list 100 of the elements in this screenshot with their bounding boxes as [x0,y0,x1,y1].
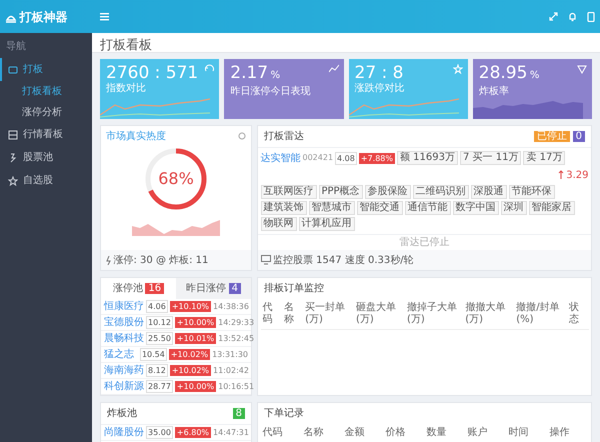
stock-name[interactable]: 恒康医疗 [104,299,144,314]
sell-tag: 卖 17万 [523,151,566,165]
sidebar-item[interactable]: 自选股 [0,169,92,192]
sidebar-item[interactable]: 打板 [0,58,92,81]
stock-price: 4.06 [146,300,168,313]
pool-tab[interactable]: 昨日涨停 4 [176,278,251,299]
stock-name[interactable]: 海南海药 [104,363,144,378]
star-icon [452,64,463,74]
monitor-icon [260,255,270,265]
sidebar-subitem[interactable]: 打板看板 [0,81,92,102]
change-badge: +10.01% [174,333,216,344]
column-header: 名称 [302,426,324,440]
change-badge: +7.88% [358,152,395,164]
change-badge: +6.80% [174,427,212,438]
concept-tag: 深股通 [470,185,507,199]
amount-tag: 额 11693万 [396,151,458,165]
buy-tag: 7 买一 11万 [460,151,522,165]
bolt-icon [106,256,111,264]
column-header: 撤撤/封单(%) [514,299,568,330]
count-badge: 4 [228,283,241,294]
change-badge: +10.10% [170,301,212,312]
stock-name[interactable]: 猛之志 [104,347,138,362]
expand-icon[interactable] [549,12,558,21]
column-header: 代码 [260,299,282,330]
concept-tag: 智慧城市 [308,201,354,215]
column-header: 时间 [508,426,530,440]
stock-price: 10.12 [146,316,173,329]
count-badge: 8 [232,408,245,419]
column-header: 价格 [384,426,406,440]
stock-price: 28.77 [146,380,173,393]
status-badge: 0 [572,131,585,142]
card-title: 下单记录 [263,406,305,421]
menu-icon[interactable] [100,12,109,21]
card-title: 市场真实热度 [106,130,166,144]
concept-tag: PPP概念 [318,185,363,199]
nav-heading: 导航 [5,40,27,54]
stock-price: 8.12 [146,364,168,377]
trend-icon [328,64,338,74]
concept-tag: 智能交通 [356,201,402,215]
stock-name[interactable]: 尚隆股份 [104,425,144,440]
radar-message: 雷达已停止 [400,236,450,250]
concept-tag: 建筑装饰 [260,201,306,215]
sidebar-subitem[interactable]: 涨停分析 [0,102,92,123]
stat-value: 2.17% [230,63,280,85]
phone-icon[interactable] [587,12,595,22]
stock-name[interactable]: 晨畅科技 [104,331,144,346]
concept-tag: 物联网 [260,217,296,231]
concept-tag: 智能家居 [528,201,574,215]
sidebar-item[interactable]: 行情看板 [0,123,92,146]
column-header: 代码 [262,426,284,440]
limit-time: 14:38:36 [213,300,249,312]
column-header: 账户 [466,426,488,440]
limit-time: 14:29:33 [218,316,254,328]
change-badge: +10.02% [170,365,212,376]
limit-time: 11:02:42 [213,364,249,376]
column-header: 金额 [344,426,366,440]
column-header: 撤掉子大单(万) [405,299,464,330]
gauge-reading: 68% [158,168,194,190]
column-header: 砸盘大单(万) [354,299,405,330]
change-badge: +10.02% [168,349,210,360]
stock-price: 35.00 [146,426,173,439]
limit-time: 10:16:51 [218,380,254,392]
bell-icon[interactable] [568,12,577,22]
stat-value: 2760 : 571 [106,63,198,83]
refresh-icon[interactable] [238,132,246,140]
stat-label: 涨跌停对比 [354,83,406,95]
column-header: 操作 [548,426,570,440]
concept-tag: 互联网医疗 [260,185,316,199]
card-title: 炸板池 [107,406,137,421]
page-title: 打板看板 [92,33,600,53]
limit-time: 13:52:45 [218,332,254,344]
column-header: 状态 [567,299,588,330]
card-title: 排板订单监控 [263,282,325,296]
concept-tag: 深圳 [500,201,526,215]
concept-tag: 计算机应用 [298,217,354,231]
stat-label: 昨日涨停今日表现 [230,86,312,98]
stock-name[interactable]: 科创新源 [104,379,144,394]
column-header: 撤撤大单(万) [463,299,514,330]
concept-tag: 参股保险 [364,185,411,199]
concept-tag: 数字中国 [452,201,498,215]
stat-value: 27 : 8 [354,63,404,83]
grid-icon [8,130,18,140]
limit-time: 14:47:31 [213,426,249,438]
stat-label: 炸板率 [478,86,510,98]
heat-footer: 涨停: 30 @ 炸板: 11 [114,252,208,268]
stock-price: 4.08 [335,152,357,164]
limit-time: 13:31:30 [212,348,248,360]
stock-name[interactable]: 宝德股份 [104,315,144,330]
column-header: 名称 [282,299,304,330]
status-badge: 已停止 [534,131,570,142]
stock-code: 002421 [302,152,334,164]
concept-tag: 二维码识别 [412,185,469,199]
stat-label: 指数对比 [106,83,147,95]
score-value: 3.29 [566,170,588,180]
radar-footer: 监控股票 1547 速度 0.33秒/轮 [273,252,414,268]
stat-value: 28.95% [478,63,540,85]
stock-name[interactable]: 达实智能 [260,150,300,166]
sidebar-item[interactable]: 股票池 [0,146,92,169]
app-title: 打板神器 [20,8,68,26]
concept-tag: 节能环保 [508,185,555,199]
